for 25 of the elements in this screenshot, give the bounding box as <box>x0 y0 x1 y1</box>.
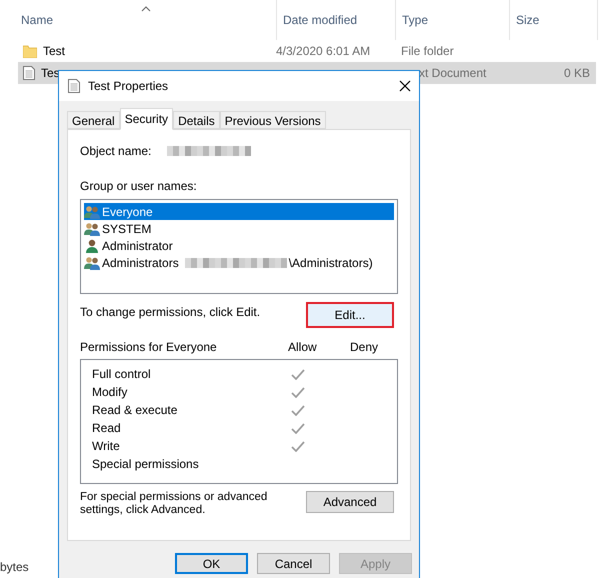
change-hint: To change permissions, click Edit. <box>80 304 262 321</box>
permission-name: Full control <box>91 366 152 383</box>
size-cell: 0 KB <box>564 66 590 80</box>
file-name: Test <box>43 43 66 60</box>
advanced-hint: For special permissions or advanced settings, click Advanced. <box>80 491 268 517</box>
permission-name: Special permissions <box>91 456 200 473</box>
group-name: Administrator <box>102 238 173 254</box>
type-cell: File folder <box>401 44 454 58</box>
group-name: Administrators <box>102 254 179 272</box>
group-domain-text: \Administrators) <box>288 254 373 272</box>
status-text: bytes <box>0 559 29 576</box>
group-name: SYSTEM <box>102 220 152 238</box>
permissions-label: Permissions for Everyone <box>80 339 218 356</box>
type-cell: xt Document <box>419 66 486 80</box>
date-cell: 4/3/2020 6:01 AM <box>276 44 370 58</box>
allow-header: Allow <box>288 339 318 356</box>
permission-name: Modify <box>91 384 128 401</box>
groups-label: Group or user names: <box>80 178 198 195</box>
group-name: Everyone <box>102 204 153 220</box>
permission-name: Write <box>91 438 121 455</box>
permission-name: Read & execute <box>91 402 178 419</box>
object-name-label: Object name: <box>80 143 152 160</box>
dialog-title: Test Properties <box>88 78 170 95</box>
permission-name: Read <box>91 420 122 437</box>
deny-header: Deny <box>350 339 378 356</box>
